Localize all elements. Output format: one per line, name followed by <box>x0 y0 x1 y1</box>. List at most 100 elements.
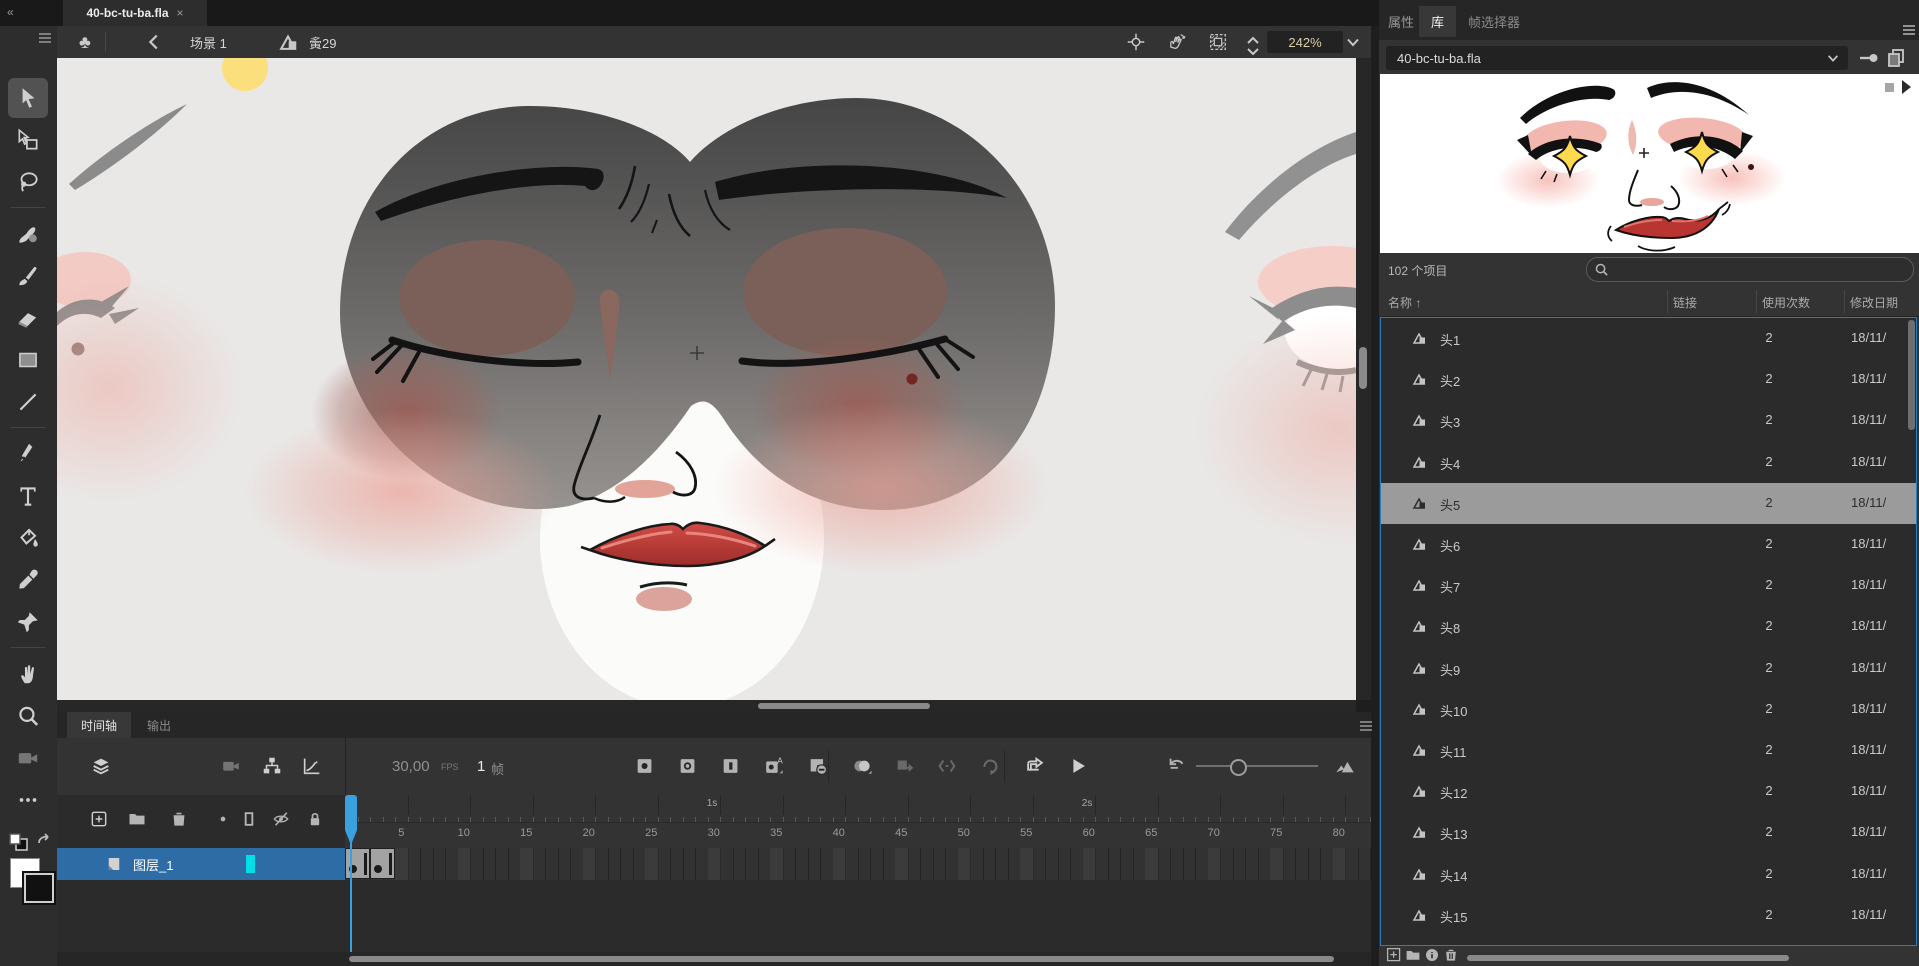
keyframe-span[interactable] <box>370 848 395 879</box>
column-use-count[interactable]: 使用次数 <box>1762 294 1810 311</box>
timeline-horizontal-scrollbar[interactable] <box>57 952 1371 966</box>
library-panel-menu-icon[interactable] <box>1902 24 1916 36</box>
new-folder-button[interactable] <box>1405 947 1423 965</box>
clip-content-icon[interactable] <box>1207 26 1229 58</box>
frame-cell[interactable] <box>820 848 834 880</box>
frame-cell[interactable] <box>595 848 609 880</box>
library-item-row[interactable]: 头2 2 18/11/ <box>1381 359 1916 400</box>
reset-timeline-zoom-button[interactable] <box>1165 754 1189 778</box>
tab-properties[interactable]: 属性 <box>1388 12 1414 31</box>
frame-cell[interactable] <box>683 848 697 880</box>
frame-cell[interactable] <box>1195 848 1209 880</box>
frame-cell[interactable] <box>433 848 447 880</box>
loop-frames-button[interactable] <box>978 754 1002 778</box>
subselection-tool-icon[interactable] <box>8 120 48 160</box>
camera-tool-icon[interactable] <box>8 738 48 778</box>
classic-brush-tool-icon[interactable] <box>8 256 48 296</box>
camera-button[interactable] <box>219 754 243 778</box>
library-item-row[interactable]: 头9 2 18/11/ <box>1381 648 1916 689</box>
frame-cell[interactable] <box>670 848 684 880</box>
frame-cell[interactable] <box>1258 848 1272 880</box>
text-tool-icon[interactable] <box>8 476 48 516</box>
frame-cell[interactable] <box>745 848 759 880</box>
column-modified[interactable]: 修改日期 <box>1850 294 1898 311</box>
frame-cell[interactable] <box>633 848 647 880</box>
frame-cell[interactable] <box>1208 848 1222 880</box>
frame-cell[interactable] <box>1108 848 1122 880</box>
frame-cell[interactable] <box>1058 848 1072 880</box>
fit-timeline-button[interactable] <box>1333 754 1357 778</box>
layers-button[interactable] <box>89 754 113 778</box>
frame-cell[interactable] <box>870 848 884 880</box>
default-colors-icon[interactable] <box>8 832 30 852</box>
frame-grid[interactable] <box>345 848 1371 880</box>
frame-cell[interactable] <box>395 848 409 880</box>
frame-cell[interactable] <box>583 848 597 880</box>
frame-cell[interactable] <box>1008 848 1022 880</box>
asset-warp-pin-tool-icon[interactable] <box>8 602 48 642</box>
frame-cell[interactable] <box>908 848 922 880</box>
frame-cell[interactable] <box>1233 848 1247 880</box>
timeline-zoom-slider[interactable] <box>1196 765 1318 767</box>
edit-multiple-button[interactable] <box>935 754 959 778</box>
center-frame-icon[interactable] <box>1125 26 1147 58</box>
frame-cell[interactable] <box>1145 848 1159 880</box>
frame-cell[interactable] <box>1295 848 1309 880</box>
paint-bucket-tool-icon[interactable] <box>8 518 48 558</box>
auto-keyframe-button[interactable]: A <box>762 754 786 778</box>
column-linkage[interactable]: 链接 <box>1673 294 1697 311</box>
frame-cell[interactable] <box>1045 848 1059 880</box>
lock-column-button[interactable] <box>305 809 327 831</box>
library-item-row[interactable]: 头15 2 18/11/ <box>1381 895 1916 936</box>
frame-cell[interactable] <box>545 848 559 880</box>
frame-cell[interactable] <box>1270 848 1284 880</box>
scrollbar-thumb[interactable] <box>1359 347 1367 389</box>
frame-cell[interactable] <box>533 848 547 880</box>
preview-stop-button[interactable] <box>1885 83 1894 92</box>
frame-cell[interactable] <box>883 848 897 880</box>
play-button[interactable] <box>1066 754 1090 778</box>
frame-cell[interactable] <box>795 848 809 880</box>
add-layer-button[interactable] <box>89 809 111 831</box>
outline-column-button[interactable] <box>239 809 261 831</box>
tab-timeline[interactable]: 时间轴 <box>67 712 131 738</box>
frame-cell[interactable] <box>520 848 534 880</box>
rotate-stage-icon[interactable] <box>1165 26 1187 58</box>
hierarchy-button[interactable] <box>260 754 284 778</box>
keyframe-span[interactable] <box>345 848 370 879</box>
layer-name[interactable]: 图层_1 <box>133 855 173 874</box>
frame-cell[interactable] <box>1345 848 1359 880</box>
document-tab[interactable]: 40-bc-tu-ba.fla × <box>63 0 207 26</box>
frame-cell[interactable] <box>1020 848 1034 880</box>
tab-output[interactable]: 输出 <box>133 712 185 738</box>
panel-divider[interactable] <box>1371 26 1379 966</box>
frame-cell[interactable] <box>645 848 659 880</box>
frame-cell[interactable] <box>620 848 634 880</box>
layer-row[interactable]: 图层_1 <box>57 848 345 880</box>
onion-skin-button[interactable] <box>850 754 874 778</box>
frame-cell[interactable] <box>1320 848 1334 880</box>
frame-cell[interactable] <box>858 848 872 880</box>
lasso-tool-icon[interactable] <box>8 162 48 202</box>
library-item-row[interactable]: 头16 2 18/11/ <box>1381 936 1916 946</box>
new-library-panel-icon[interactable] <box>1887 48 1905 68</box>
swap-colors-icon[interactable] <box>36 832 52 848</box>
frame-cell[interactable] <box>1358 848 1372 880</box>
layer-color-indicator[interactable] <box>246 855 255 873</box>
frame-cell[interactable] <box>1308 848 1322 880</box>
library-search-input[interactable] <box>1586 257 1914 282</box>
frame-cell[interactable] <box>458 848 472 880</box>
insert-frame-button[interactable] <box>719 754 743 778</box>
frame-cell[interactable] <box>658 848 672 880</box>
timeline-zoom-slider-thumb[interactable] <box>1230 759 1247 776</box>
frame-cell[interactable] <box>483 848 497 880</box>
frame-ruler[interactable]: 51015202530354045505560657075801s2s <box>345 795 1371 848</box>
hide-column-button[interactable] <box>271 809 293 831</box>
frame-cell[interactable] <box>933 848 947 880</box>
selection-tool-icon[interactable] <box>8 78 48 118</box>
canvas-vertical-scrollbar[interactable] <box>1356 58 1371 700</box>
library-item-row[interactable]: 头3 2 18/11/ <box>1381 400 1916 441</box>
library-item-row[interactable]: 头6 2 18/11/ <box>1381 524 1916 565</box>
insert-blank-keyframe-button[interactable] <box>676 754 700 778</box>
frame-cell[interactable] <box>570 848 584 880</box>
